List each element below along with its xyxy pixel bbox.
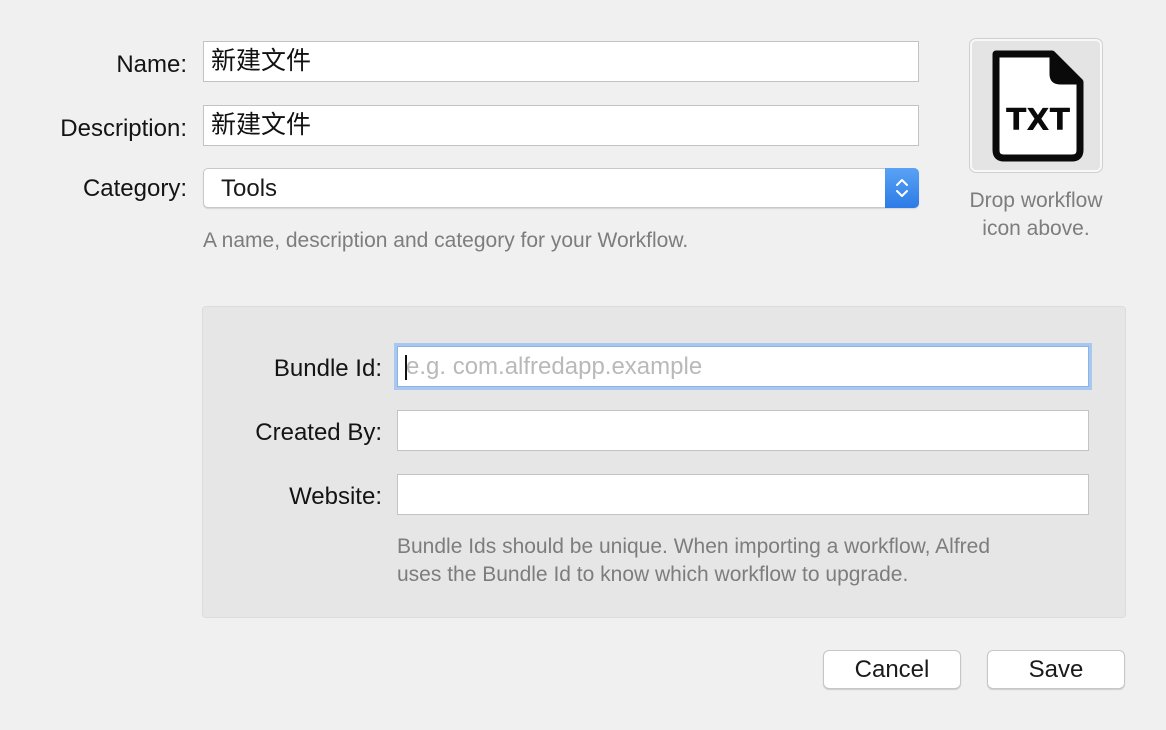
chevron-up-down-icon[interactable] <box>885 168 919 208</box>
cancel-button[interactable]: Cancel <box>823 650 961 689</box>
name-field[interactable]: 新建文件 <box>203 41 919 82</box>
workflow-icon-drop-well[interactable]: TXT <box>969 38 1103 173</box>
icon-caption-line-1: Drop workflow <box>969 189 1103 212</box>
description-label: Description: <box>60 115 187 142</box>
category-label: Category: <box>82 175 187 202</box>
text-caret <box>405 355 407 380</box>
save-button[interactable]: Save <box>987 650 1125 689</box>
bundle-id-input[interactable]: e.g. com.alfredapp.example <box>397 346 1089 387</box>
website-input[interactable] <box>397 474 1089 515</box>
category-select-value: Tools <box>221 175 278 202</box>
workflow-config-sheet: Name: 新建文件 Description: 新建文件 Category: T… <box>0 0 1166 730</box>
bundle-id-label: Bundle Id: <box>273 355 382 382</box>
icon-caption-line-2: icon above. <box>982 217 1090 240</box>
bundle-id-placeholder: e.g. com.alfredapp.example <box>406 353 703 380</box>
txt-file-icon: TXT <box>992 50 1084 161</box>
bundle-help-text: Bundle Ids should be unique. When import… <box>397 533 990 589</box>
description-field[interactable]: 新建文件 <box>203 105 919 146</box>
form-help-text: A name, description and category for you… <box>203 229 689 252</box>
created-by-label: Created By: <box>255 419 382 446</box>
name-label: Name: <box>116 51 187 78</box>
category-select[interactable]: Tools <box>203 168 919 208</box>
bundle-help-line-1: Bundle Ids should be unique. When import… <box>397 535 991 558</box>
created-by-input[interactable] <box>397 410 1089 451</box>
icon-drop-caption: Drop workflow icon above. <box>950 187 1122 243</box>
website-label: Website: <box>289 483 382 510</box>
txt-icon-label: TXT <box>1006 103 1071 138</box>
bundle-help-line-2: uses the Bundle Id to know which workflo… <box>397 563 909 586</box>
